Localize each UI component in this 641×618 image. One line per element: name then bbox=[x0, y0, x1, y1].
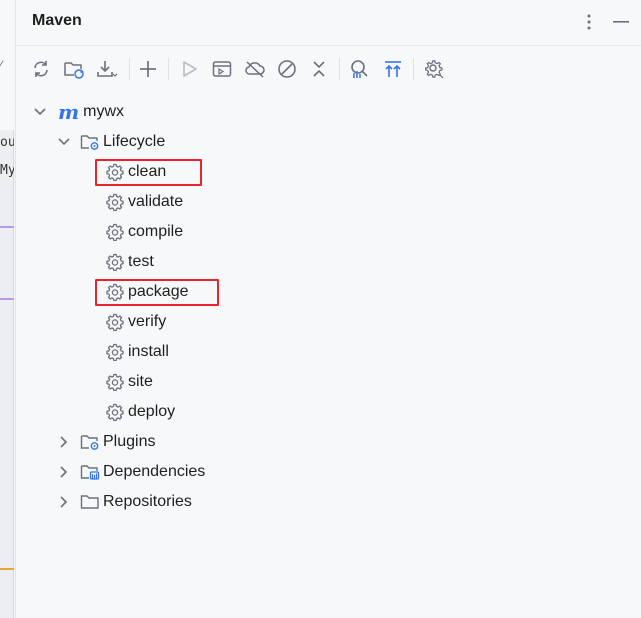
editor-marker-line bbox=[0, 226, 14, 228]
maven-toolbar bbox=[16, 53, 641, 85]
tree-node-label: Plugins bbox=[103, 433, 156, 450]
lifecycle-goal-validate[interactable]: validate bbox=[105, 187, 183, 217]
toolbar-separator bbox=[413, 58, 414, 80]
gear-icon bbox=[105, 252, 125, 272]
maven-m-icon: m bbox=[58, 100, 80, 124]
editor-marker-line bbox=[0, 568, 14, 570]
maven-tool-window-screen: ⁄ ou My Maven m mywx Lifecycle clean val… bbox=[0, 0, 641, 618]
gear-icon bbox=[105, 312, 125, 332]
more-vertical-icon[interactable] bbox=[577, 10, 601, 34]
tree-node-label: validate bbox=[128, 193, 184, 210]
cloud-off-icon[interactable] bbox=[242, 56, 268, 82]
plus-icon[interactable] bbox=[135, 56, 161, 82]
maven-panel: Maven m mywx Lifecycle clean validate co… bbox=[16, 0, 641, 618]
folder-icon bbox=[80, 492, 100, 512]
collapse-icon[interactable] bbox=[306, 56, 332, 82]
lifecycle-goal-site[interactable]: site bbox=[105, 367, 153, 397]
play-icon[interactable] bbox=[176, 56, 202, 82]
download-icon[interactable] bbox=[94, 56, 120, 82]
tree-node-label: Dependencies bbox=[103, 463, 206, 480]
tree-node-label: verify bbox=[128, 313, 167, 330]
chevron-down-icon[interactable] bbox=[56, 134, 72, 150]
tree-node-label: compile bbox=[128, 223, 184, 240]
dependencies-folder-icon bbox=[80, 462, 100, 482]
tree-node-repositories[interactable]: Repositories bbox=[56, 487, 192, 517]
highlight-box bbox=[95, 159, 202, 186]
minimize-icon[interactable] bbox=[609, 10, 633, 34]
highlight-box bbox=[95, 279, 219, 306]
chevron-down-icon[interactable] bbox=[32, 104, 48, 120]
plugins-folder-icon bbox=[80, 432, 100, 452]
tree-node-label: Lifecycle bbox=[103, 133, 166, 150]
tree-node-lifecycle[interactable]: Lifecycle bbox=[56, 127, 165, 157]
lifecycle-goal-deploy[interactable]: deploy bbox=[105, 397, 175, 427]
tree-node-label: deploy bbox=[128, 403, 176, 420]
toolbar-separator bbox=[339, 58, 340, 80]
gear-icon bbox=[105, 342, 125, 362]
gear-icon[interactable] bbox=[421, 56, 447, 82]
gear-icon bbox=[105, 222, 125, 242]
editor-line-text: ou bbox=[0, 135, 14, 150]
chevron-icon: ⁄ bbox=[0, 58, 3, 72]
lifecycle-goal-test[interactable]: test bbox=[105, 247, 154, 277]
analyze-icon[interactable] bbox=[346, 56, 372, 82]
tree-node-label: test bbox=[128, 253, 154, 270]
expand-up-icon[interactable] bbox=[380, 56, 406, 82]
panel-title: Maven bbox=[32, 12, 82, 29]
tree-node-label: mywx bbox=[83, 103, 125, 120]
terminal-window-icon[interactable] bbox=[209, 56, 235, 82]
editor-gutter bbox=[0, 130, 14, 618]
chevron-right-icon[interactable] bbox=[56, 494, 72, 510]
gear-icon bbox=[105, 192, 125, 212]
tree-node-label: site bbox=[128, 373, 153, 390]
lifecycle-folder-icon bbox=[80, 132, 100, 152]
tree-node-label: install bbox=[128, 343, 169, 360]
chevron-right-icon[interactable] bbox=[56, 464, 72, 480]
editor-marker-line bbox=[0, 298, 14, 300]
toolbar-separator bbox=[129, 58, 130, 80]
refresh-icon[interactable] bbox=[28, 56, 54, 82]
tree-node-plugins[interactable]: Plugins bbox=[56, 427, 155, 457]
lifecycle-goal-install[interactable]: install bbox=[105, 337, 169, 367]
lifecycle-goal-verify[interactable]: verify bbox=[105, 307, 166, 337]
folder-refresh-icon[interactable] bbox=[61, 56, 87, 82]
toolbar-separator bbox=[168, 58, 169, 80]
tree-node-dependencies[interactable]: Dependencies bbox=[56, 457, 205, 487]
lifecycle-goal-compile[interactable]: compile bbox=[105, 217, 183, 247]
editor-line-text: My bbox=[0, 163, 14, 178]
gear-icon bbox=[105, 402, 125, 422]
panel-header: Maven bbox=[16, 0, 641, 46]
tree-node-project[interactable]: m mywx bbox=[32, 97, 124, 127]
no-entry-icon[interactable] bbox=[274, 56, 300, 82]
tree-node-label: Repositories bbox=[103, 493, 192, 510]
gear-icon bbox=[105, 372, 125, 392]
chevron-right-icon[interactable] bbox=[56, 434, 72, 450]
